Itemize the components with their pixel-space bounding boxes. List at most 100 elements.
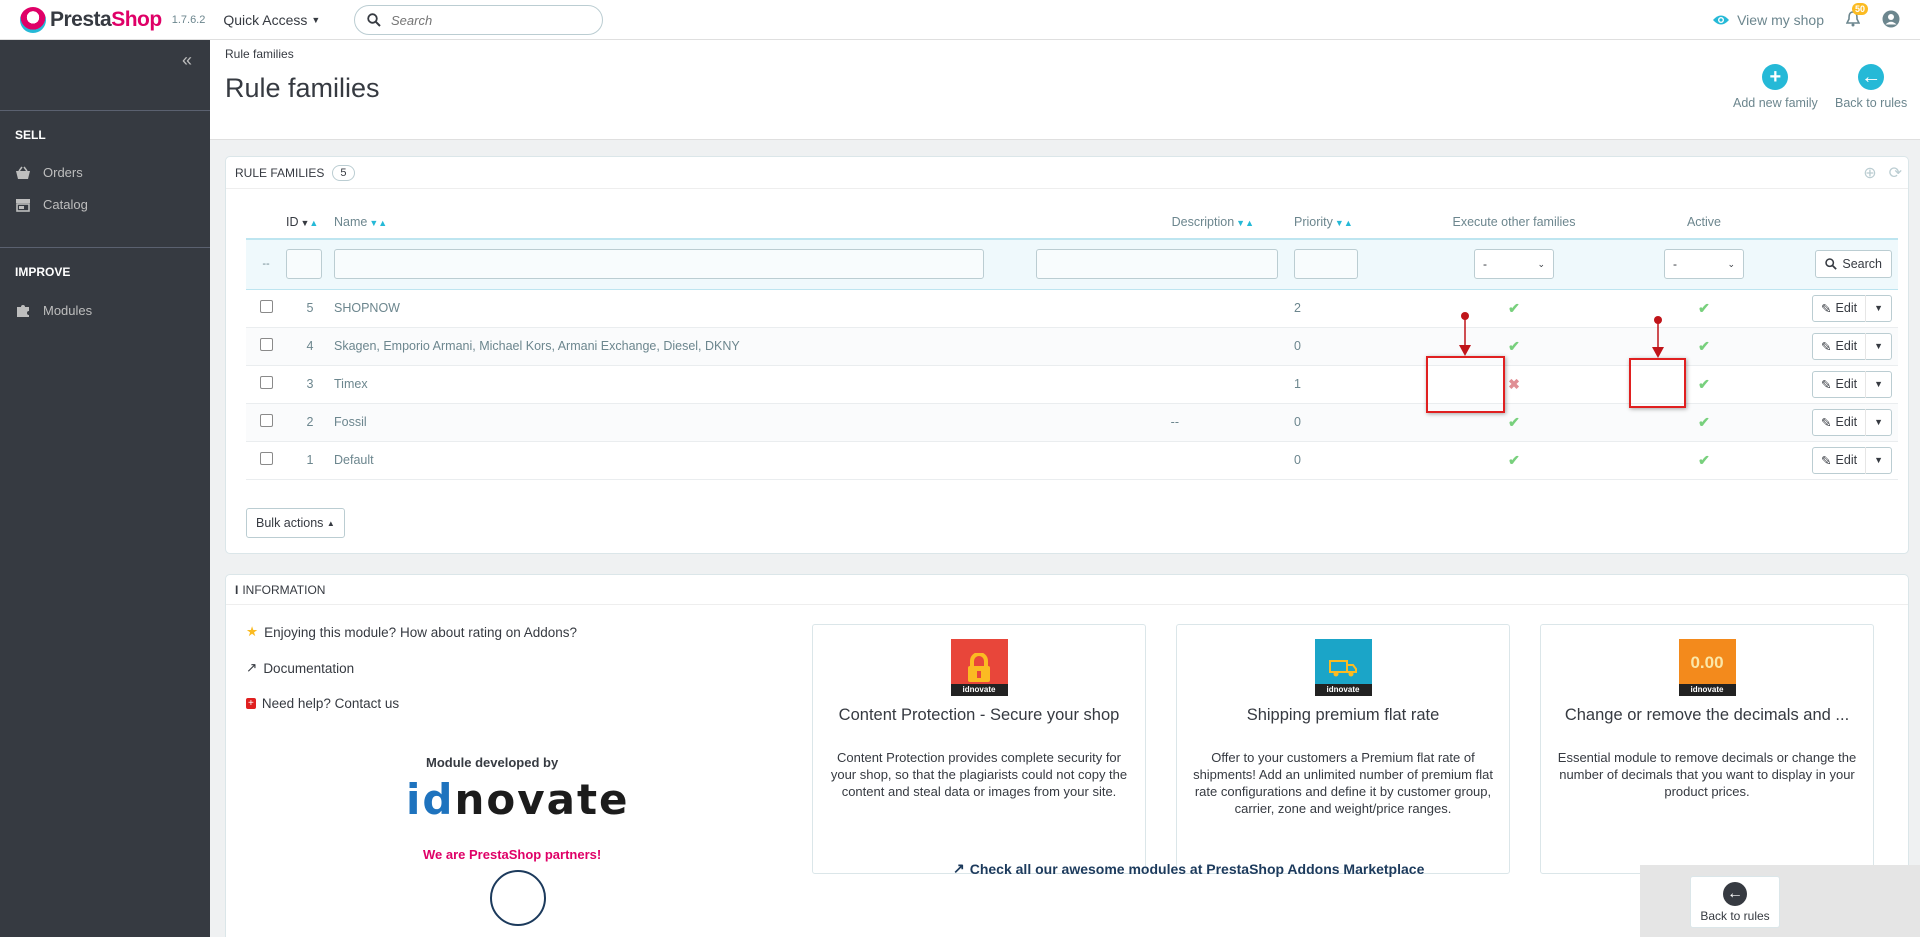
search-input[interactable]	[391, 12, 591, 28]
pencil-icon: ✎	[1821, 339, 1832, 354]
header-search[interactable]	[354, 5, 603, 35]
check-icon[interactable]: ✔	[1508, 300, 1520, 316]
row-checkbox[interactable]	[259, 300, 273, 313]
edit-button[interactable]: ✎ Edit	[1813, 377, 1865, 392]
page-header: Rule families Rule families + Add new fa…	[210, 40, 1920, 140]
check-icon[interactable]: ✔	[1508, 452, 1520, 468]
refresh-icon[interactable]: ⟳	[1889, 163, 1902, 183]
back-to-rules-button[interactable]: ← Back to rules	[1835, 64, 1907, 110]
idnovate-logo[interactable]: idnovate	[406, 775, 630, 824]
row-name[interactable]: Timex	[334, 365, 1034, 404]
row-edit-group: ✎ Edit ▼	[1812, 370, 1892, 398]
row-actions-dropdown[interactable]: ▼	[1865, 446, 1891, 474]
collapse-sidebar-icon[interactable]: «	[182, 50, 192, 71]
rate-module-link[interactable]: ★ Enjoying this module? How about rating …	[246, 624, 577, 640]
edit-button[interactable]: ✎ Edit	[1813, 415, 1865, 430]
sidebar-item-orders[interactable]: Orders	[15, 165, 83, 180]
edit-button[interactable]: ✎ Edit	[1813, 301, 1865, 316]
check-icon[interactable]: ✔	[1508, 338, 1520, 354]
edit-button[interactable]: ✎ Edit	[1813, 339, 1865, 354]
edit-button[interactable]: ✎ Edit	[1813, 453, 1865, 468]
filter-active-select[interactable]: - ⌄	[1664, 249, 1744, 280]
truck-icon: idnovate	[1314, 639, 1372, 696]
row-actions-dropdown[interactable]: ▼	[1865, 294, 1891, 322]
documentation-link[interactable]: ↗ Documentation	[246, 660, 354, 676]
sidebar: « SELL Orders Catalog IMPROVE Modules	[0, 40, 210, 937]
row-actions-dropdown[interactable]: ▼	[1865, 332, 1891, 360]
filter-priority-input[interactable]	[1294, 249, 1358, 280]
column-header-priority[interactable]: Priority ▼▲	[1294, 205, 1419, 239]
check-icon[interactable]: ✔	[1698, 452, 1710, 468]
version-label: 1.7.6.2	[171, 13, 206, 26]
filter-search-button[interactable]: Search	[1815, 250, 1892, 279]
filter-row: -- - ⌄ - ⌄ Search	[246, 238, 1898, 290]
plus-circle-icon: +	[1762, 64, 1789, 90]
row-checkbox[interactable]	[259, 376, 273, 389]
module-card-title: Change or remove the decimals and ...	[1564, 706, 1850, 724]
sidebar-item-catalog[interactable]: Catalog	[15, 197, 88, 212]
cross-icon[interactable]: ✖	[1508, 376, 1520, 392]
floating-back-to-rules-button[interactable]: ← Back to rules	[1690, 876, 1780, 928]
row-name[interactable]: Fossil	[334, 403, 1034, 442]
module-card[interactable]: idnovate Shipping premium flat rate Offe…	[1176, 624, 1510, 874]
row-edit-group: ✎ Edit ▼	[1812, 408, 1892, 436]
row-actions-dropdown[interactable]: ▼	[1865, 370, 1891, 398]
star-icon: ★	[246, 624, 259, 639]
bulk-actions-button[interactable]: Bulk actions ▲	[246, 508, 345, 538]
module-card[interactable]: idnovate Content Protection - Secure you…	[812, 624, 1146, 874]
quick-access-dropdown[interactable]: Quick Access ▼	[223, 12, 320, 28]
add-circle-icon[interactable]: ⊕	[1863, 163, 1876, 183]
user-account-button[interactable]	[1882, 10, 1900, 31]
row-edit-group: ✎ Edit ▼	[1812, 294, 1892, 322]
module-card[interactable]: 0.00 idnovate Change or remove the decim…	[1540, 624, 1874, 874]
rule-families-table: ID ▼▲ Name ▼▲ Description ▼▲ Priority ▼▲ Exe…	[246, 205, 1898, 480]
filter-id-input[interactable]	[286, 249, 322, 280]
row-checkbox[interactable]	[259, 338, 273, 351]
view-my-shop-link[interactable]: View my shop	[1712, 12, 1824, 28]
filter-name-input[interactable]	[334, 249, 984, 280]
logo-text: PrestaShop	[50, 7, 162, 31]
row-description	[1034, 365, 1294, 404]
check-icon[interactable]: ✔	[1698, 338, 1710, 354]
notifications-button[interactable]: 50	[1845, 2, 1868, 30]
column-header-description[interactable]: Description ▼▲	[1034, 205, 1294, 239]
filter-execute-select[interactable]: - ⌄	[1474, 249, 1554, 280]
filter-description-input[interactable]	[1036, 249, 1278, 280]
first-aid-icon: +	[246, 698, 256, 709]
pencil-icon: ✎	[1821, 453, 1832, 468]
store-icon	[16, 198, 30, 212]
info-icon: i	[235, 582, 239, 597]
floating-footer: ← Back to rules	[1640, 865, 1920, 937]
row-name[interactable]: Skagen, Emporio Armani, Michael Kors, Ar…	[334, 327, 1034, 366]
prestashop-logo[interactable]: PrestaShop 1.7.6.2	[20, 6, 206, 33]
row-id: 4	[286, 327, 334, 366]
add-new-family-button[interactable]: + Add new family	[1733, 64, 1818, 110]
row-checkbox[interactable]	[259, 414, 273, 427]
module-card-text: Content Protection provides complete sec…	[830, 750, 1128, 799]
check-icon[interactable]: ✔	[1698, 376, 1710, 392]
row-actions-dropdown[interactable]: ▼	[1865, 408, 1891, 436]
sidebar-section-sell: SELL	[15, 128, 46, 142]
contact-us-link[interactable]: + Need help? Contact us	[246, 696, 399, 711]
prestashop-logo-icon	[20, 6, 46, 33]
check-icon[interactable]: ✔	[1508, 414, 1520, 430]
external-link-icon: ↗	[246, 660, 258, 675]
row-description: --	[1034, 403, 1294, 442]
column-header-name[interactable]: Name ▼▲	[334, 205, 1034, 239]
row-checkbox[interactable]	[259, 452, 273, 465]
panel-heading: RULE FAMILIES 5	[226, 157, 1908, 189]
addons-marketplace-link[interactable]: ↗ Check all our awesome modules at Presta…	[953, 860, 1424, 877]
sidebar-divider	[0, 110, 210, 111]
table-row: 5 SHOPNOW 2 ✔ ✔ ✎ Edit ▼	[246, 289, 1898, 328]
row-description	[1034, 327, 1294, 366]
row-priority: 0	[1294, 403, 1419, 442]
check-icon[interactable]: ✔	[1698, 300, 1710, 316]
sidebar-item-modules[interactable]: Modules	[15, 302, 92, 318]
column-header-id[interactable]: ID ▼▲	[286, 205, 334, 239]
row-name[interactable]: SHOPNOW	[334, 289, 1034, 328]
breadcrumb[interactable]: Rule families	[225, 47, 294, 61]
module-card-title: Content Protection - Secure your shop	[838, 706, 1120, 724]
row-priority: 2	[1294, 289, 1419, 328]
check-icon[interactable]: ✔	[1698, 414, 1710, 430]
row-name[interactable]: Default	[334, 441, 1034, 480]
